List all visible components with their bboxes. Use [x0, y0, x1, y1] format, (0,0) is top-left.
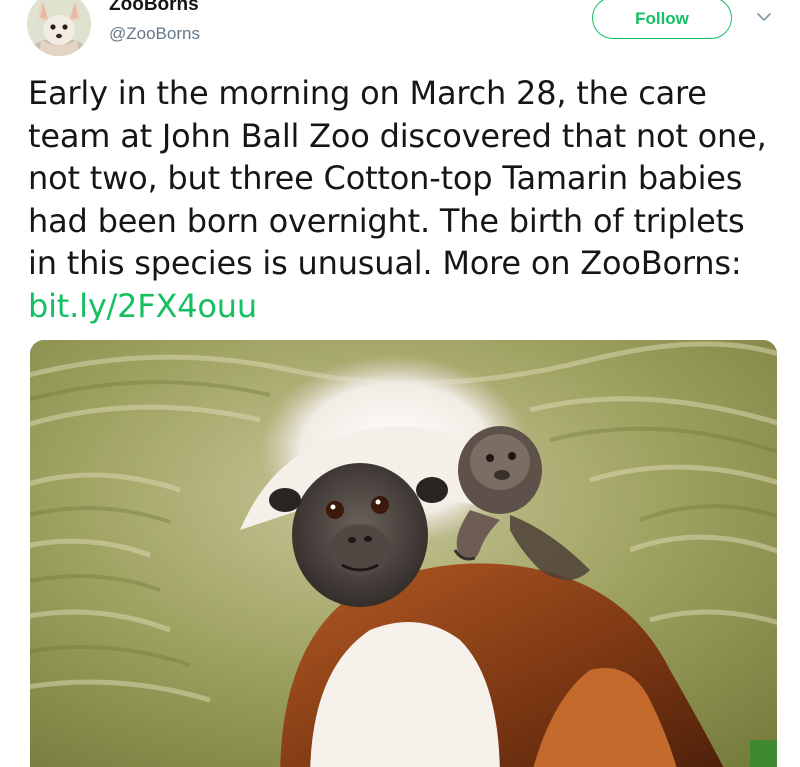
user-handle[interactable]: @ZooBorns — [109, 23, 200, 45]
cotton-top-tamarin-photo-icon — [30, 340, 777, 767]
follow-button[interactable]: Follow — [592, 0, 732, 39]
avatar[interactable] — [27, 0, 91, 56]
tweet-card: ZooBorns @ZooBorns Follow Early in the m… — [0, 0, 800, 767]
chevron-down-icon[interactable] — [754, 10, 774, 24]
display-name[interactable]: ZooBorns — [109, 0, 199, 16]
fennec-fox-avatar-icon — [27, 0, 91, 56]
tweet-link[interactable]: bit.ly/2FX4ouu — [28, 287, 257, 325]
tweet-body: Early in the morning on March 28, the ca… — [28, 74, 767, 282]
tweet-media-photo[interactable] — [30, 340, 777, 767]
tweet-text: Early in the morning on March 28, the ca… — [28, 72, 778, 327]
